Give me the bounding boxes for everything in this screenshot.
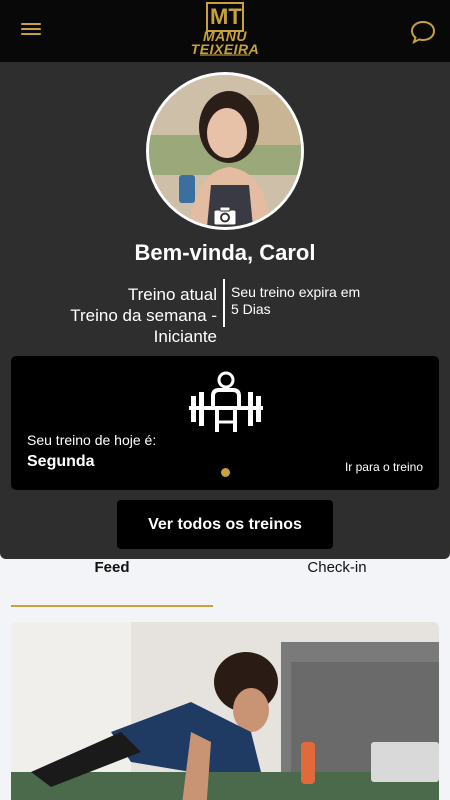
profile-section: Bem-vinda, Carol Treino atual Treino da … bbox=[0, 62, 450, 559]
camera-icon[interactable] bbox=[213, 206, 237, 226]
go-to-workout-link[interactable]: Ir para o treino bbox=[345, 460, 423, 474]
expiry-days: 5 Dias bbox=[231, 301, 271, 317]
logo-name: MANU TEIXEIRA bbox=[190, 29, 260, 56]
current-plan-name: Treino da semana - bbox=[70, 306, 217, 325]
chat-bubble-icon[interactable] bbox=[410, 20, 436, 44]
view-all-workouts-button[interactable]: Ver todos os treinos bbox=[117, 500, 333, 549]
expiry-text: Seu treino expira em bbox=[231, 284, 361, 300]
tab-feed[interactable]: Feed bbox=[11, 559, 213, 607]
today-workout-day: Segunda bbox=[27, 453, 95, 470]
welcome-greeting: Bem-vinda, Carol bbox=[134, 240, 316, 265]
plan-expiry-info: Seu treino expira em 5 Dias bbox=[231, 284, 391, 318]
current-plan-label: Treino atual bbox=[127, 285, 217, 304]
weightlifter-icon bbox=[185, 370, 267, 452]
today-workout-label: Seu treino de hoje é: bbox=[27, 432, 157, 448]
carousel-indicator-dot bbox=[221, 468, 230, 477]
logo-underline bbox=[200, 54, 250, 56]
brand-logo: MT MANU TEIXEIRA bbox=[190, 2, 260, 60]
current-plan-level: Iniciante bbox=[153, 327, 217, 346]
current-plan-info: Treino atual Treino da semana - Iniciant… bbox=[70, 284, 217, 347]
feed-tabs: Feed Check-in bbox=[0, 559, 450, 615]
top-bar: MT MANU TEIXEIRA bbox=[0, 0, 450, 62]
hamburger-menu-icon[interactable] bbox=[18, 20, 44, 42]
avatar-photo bbox=[149, 75, 301, 227]
plan-divider bbox=[223, 279, 225, 327]
tab-check-in[interactable]: Check-in bbox=[236, 559, 438, 607]
today-workout-card[interactable]: Seu treino de hoje é: Segunda Ir para o … bbox=[11, 356, 439, 490]
feed-post-image[interactable] bbox=[11, 622, 439, 800]
app-screen: MT MANU TEIXEIRA Bem-vinda, Carol Treino… bbox=[0, 0, 450, 800]
